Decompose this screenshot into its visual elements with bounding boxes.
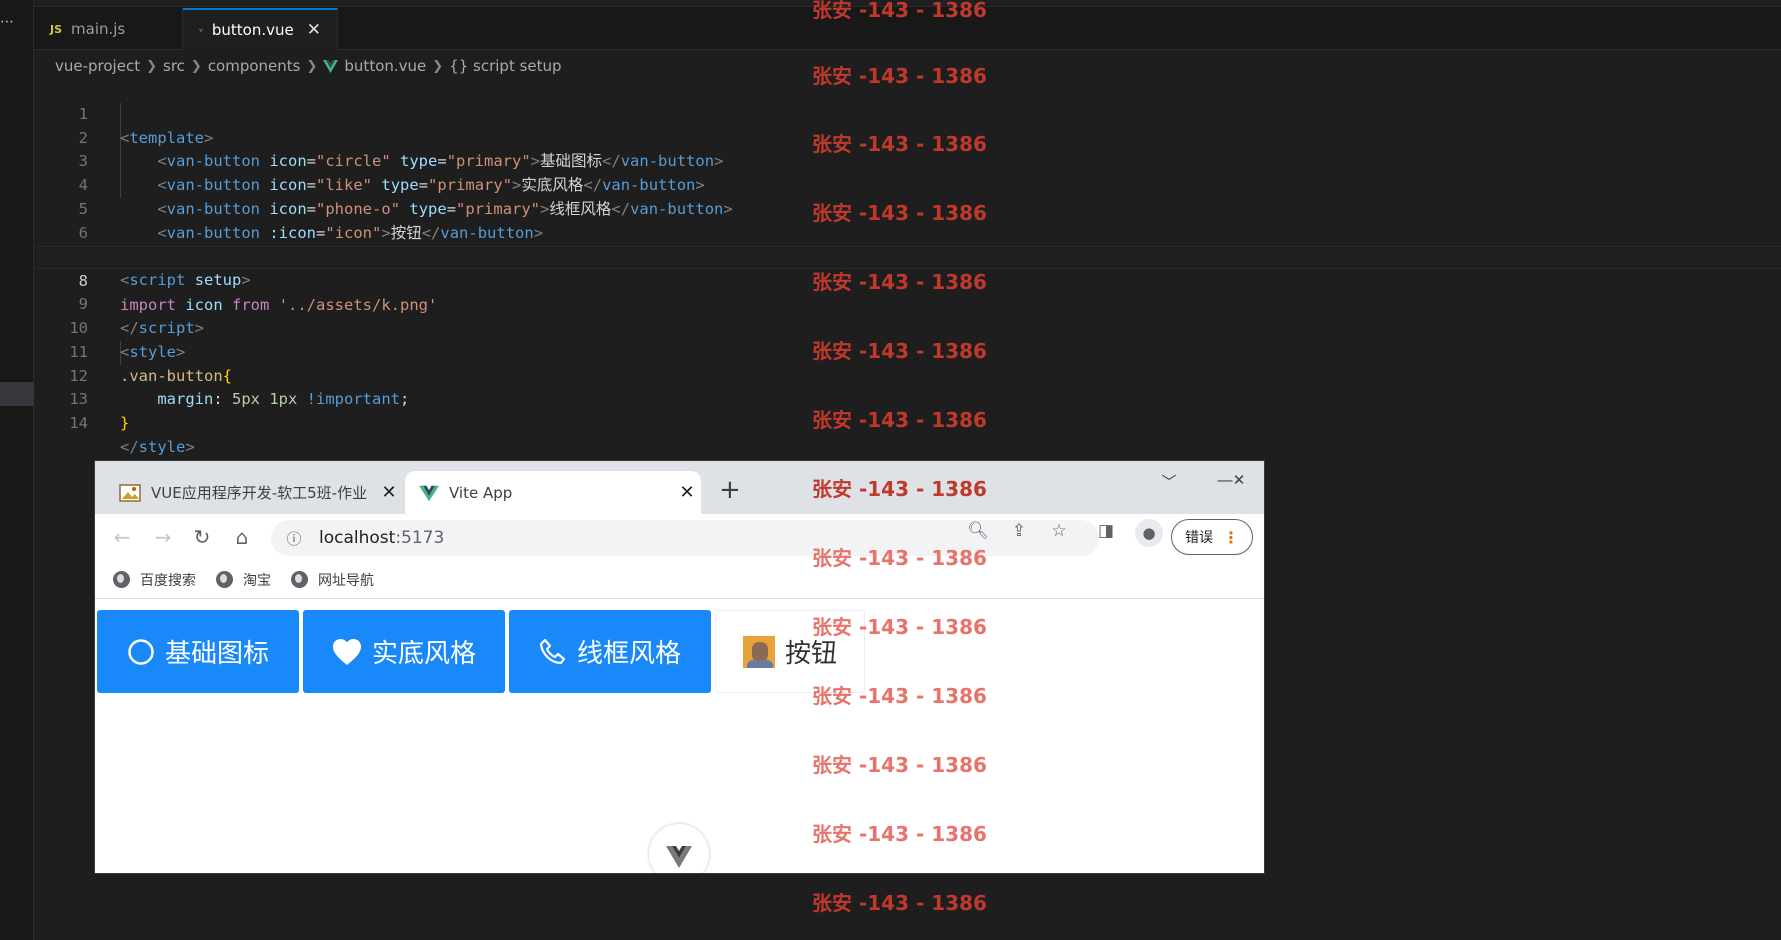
vue-file-icon xyxy=(199,28,203,32)
side-panel-icon[interactable]: ◨ xyxy=(1095,521,1117,541)
close-icon[interactable]: ✕ xyxy=(673,482,701,503)
breadcrumb: vue-project ❯ src ❯ components ❯ button.… xyxy=(55,55,562,77)
watermark: 张安 -143 - 1386 xyxy=(812,201,987,225)
error-button[interactable]: 错误 ⋮ xyxy=(1171,519,1253,555)
browser-tab-strip: VUE应用程序开发-软工5班-作业 ✕ Vite App ✕ + ﹀ ― ☐ ✕ xyxy=(95,461,1264,514)
phone-button[interactable]: 线框风格 xyxy=(509,610,711,693)
button-label: 实底风格 xyxy=(371,639,476,669)
bookmark-star-icon[interactable]: ☆ xyxy=(1048,521,1070,541)
globe-icon xyxy=(216,571,233,588)
home-icon[interactable]: ⌂ xyxy=(229,524,255,550)
code-line: 5 <van-button :icon="icon">按钮</van-butto… xyxy=(34,174,1781,242)
vue-devtools-toggle[interactable] xyxy=(649,824,709,873)
like-button[interactable]: 实底风格 xyxy=(303,610,505,693)
activity-bar: ⋯ xyxy=(0,0,34,940)
code-line: 2 <van-button icon="circle" type="primar… xyxy=(34,103,1781,171)
chevron-right-icon: ❯ xyxy=(190,58,202,74)
close-icon[interactable]: ✕ xyxy=(307,20,321,40)
watermark: 张安 -143 - 1386 xyxy=(812,615,987,639)
share-icon[interactable]: ⇪ xyxy=(1008,521,1030,541)
image-avatar-icon xyxy=(742,635,775,668)
like-icon xyxy=(332,638,361,665)
phone-icon xyxy=(539,638,566,664)
tab-button-vue[interactable]: button.vue ✕ xyxy=(183,8,338,50)
watermark: 张安 -143 - 1386 xyxy=(812,546,987,570)
watermark: 张安 -143 - 1386 xyxy=(812,0,987,22)
globe-icon xyxy=(113,571,130,588)
picture-favicon-icon xyxy=(119,483,141,502)
watermark: 张安 -143 - 1386 xyxy=(812,339,987,363)
kebab-menu-icon: ⋮ xyxy=(1223,527,1239,547)
new-tab-button[interactable]: + xyxy=(719,477,741,503)
watermark: 张安 -143 - 1386 xyxy=(812,822,987,846)
watermark: 张安 -143 - 1386 xyxy=(812,408,987,432)
code-line: 10 <style> xyxy=(34,293,1781,361)
watermark: 张安 -143 - 1386 xyxy=(812,753,987,777)
tab-title: Vite App xyxy=(449,483,513,502)
close-window-icon[interactable]: ✕ xyxy=(1219,471,1259,495)
more-icon[interactable]: ⋯ xyxy=(0,14,16,30)
maximize-icon[interactable]: ☐ xyxy=(1262,471,1264,495)
button-label: 基础图标 xyxy=(164,639,269,669)
js-file-icon: JS xyxy=(50,22,63,36)
tab-label: main.js xyxy=(71,20,126,38)
tab-main-js[interactable]: JS main.js xyxy=(34,8,183,50)
chevron-right-icon: ❯ xyxy=(146,58,157,74)
reload-icon[interactable]: ↻ xyxy=(189,524,215,550)
bookmark-nav[interactable]: 网址导航 xyxy=(291,570,374,590)
watermark: 张安 -143 - 1386 xyxy=(812,477,987,501)
circle-button[interactable]: 基础图标 xyxy=(97,610,299,693)
browser-tab-vite[interactable]: Vite App ✕ xyxy=(405,471,701,514)
breadcrumb-item[interactable]: vue-project xyxy=(55,57,140,75)
watermark: 张安 -143 - 1386 xyxy=(812,684,987,708)
explorer-selection xyxy=(0,382,34,406)
close-icon[interactable]: ✕ xyxy=(375,482,403,503)
breadcrumb-item[interactable]: {} script setup xyxy=(449,57,561,75)
url-text[interactable]: localhost:5173 xyxy=(319,528,444,548)
bookmarks-bar: 百度搜索 淘宝 网址导航 xyxy=(95,561,1264,599)
profile-avatar-icon[interactable]: ● xyxy=(1135,519,1163,547)
watermark: 张安 -143 - 1386 xyxy=(812,270,987,294)
back-icon[interactable]: ← xyxy=(109,524,135,550)
browser-tab-assignment[interactable]: VUE应用程序开发-软工5班-作业 ✕ xyxy=(95,471,403,514)
watermark: 张安 -143 - 1386 xyxy=(812,64,987,88)
info-icon[interactable]: ⓘ xyxy=(283,528,305,549)
tab-title: VUE应用程序开发-软工5班-作业 xyxy=(151,484,368,502)
bookmark-taobao[interactable]: 淘宝 xyxy=(216,570,271,590)
tab-search-icon[interactable]: ﹀ xyxy=(1149,471,1189,495)
button-label: 线框风格 xyxy=(576,639,681,669)
chevron-right-icon: ❯ xyxy=(432,58,444,74)
vue-file-icon xyxy=(323,59,339,73)
chevron-right-icon: ❯ xyxy=(306,58,318,74)
browser-window: VUE应用程序开发-软工5班-作业 ✕ Vite App ✕ + ﹀ ― ☐ ✕… xyxy=(95,461,1264,873)
breadcrumb-item[interactable]: button.vue xyxy=(344,57,426,75)
globe-icon xyxy=(291,571,308,588)
code-line: 13 } xyxy=(34,365,1781,432)
vue-favicon-icon xyxy=(419,485,439,501)
zoom-icon[interactable]: 🔍︎ xyxy=(967,521,989,541)
bookmark-baidu[interactable]: 百度搜索 xyxy=(113,570,196,590)
forward-icon[interactable]: → xyxy=(150,524,176,550)
watermark: 张安 -143 - 1386 xyxy=(812,891,987,915)
vue-logo-icon xyxy=(666,846,692,868)
watermark: 张安 -143 - 1386 xyxy=(812,132,987,156)
breadcrumb-item[interactable]: src xyxy=(163,57,185,75)
breadcrumb-item[interactable]: components xyxy=(208,57,301,75)
line-number: 14 xyxy=(69,414,88,433)
tab-label: button.vue xyxy=(211,21,294,39)
circle-icon xyxy=(128,638,154,665)
browser-toolbar: ← → ↻ ⌂ ⓘ localhost:5173 🔍︎ ⇪ ☆ ◨ ● 错误 ⋮ xyxy=(95,514,1264,561)
page-content: 基础图标 实底风格 线框风格 按钮 xyxy=(95,599,1264,873)
